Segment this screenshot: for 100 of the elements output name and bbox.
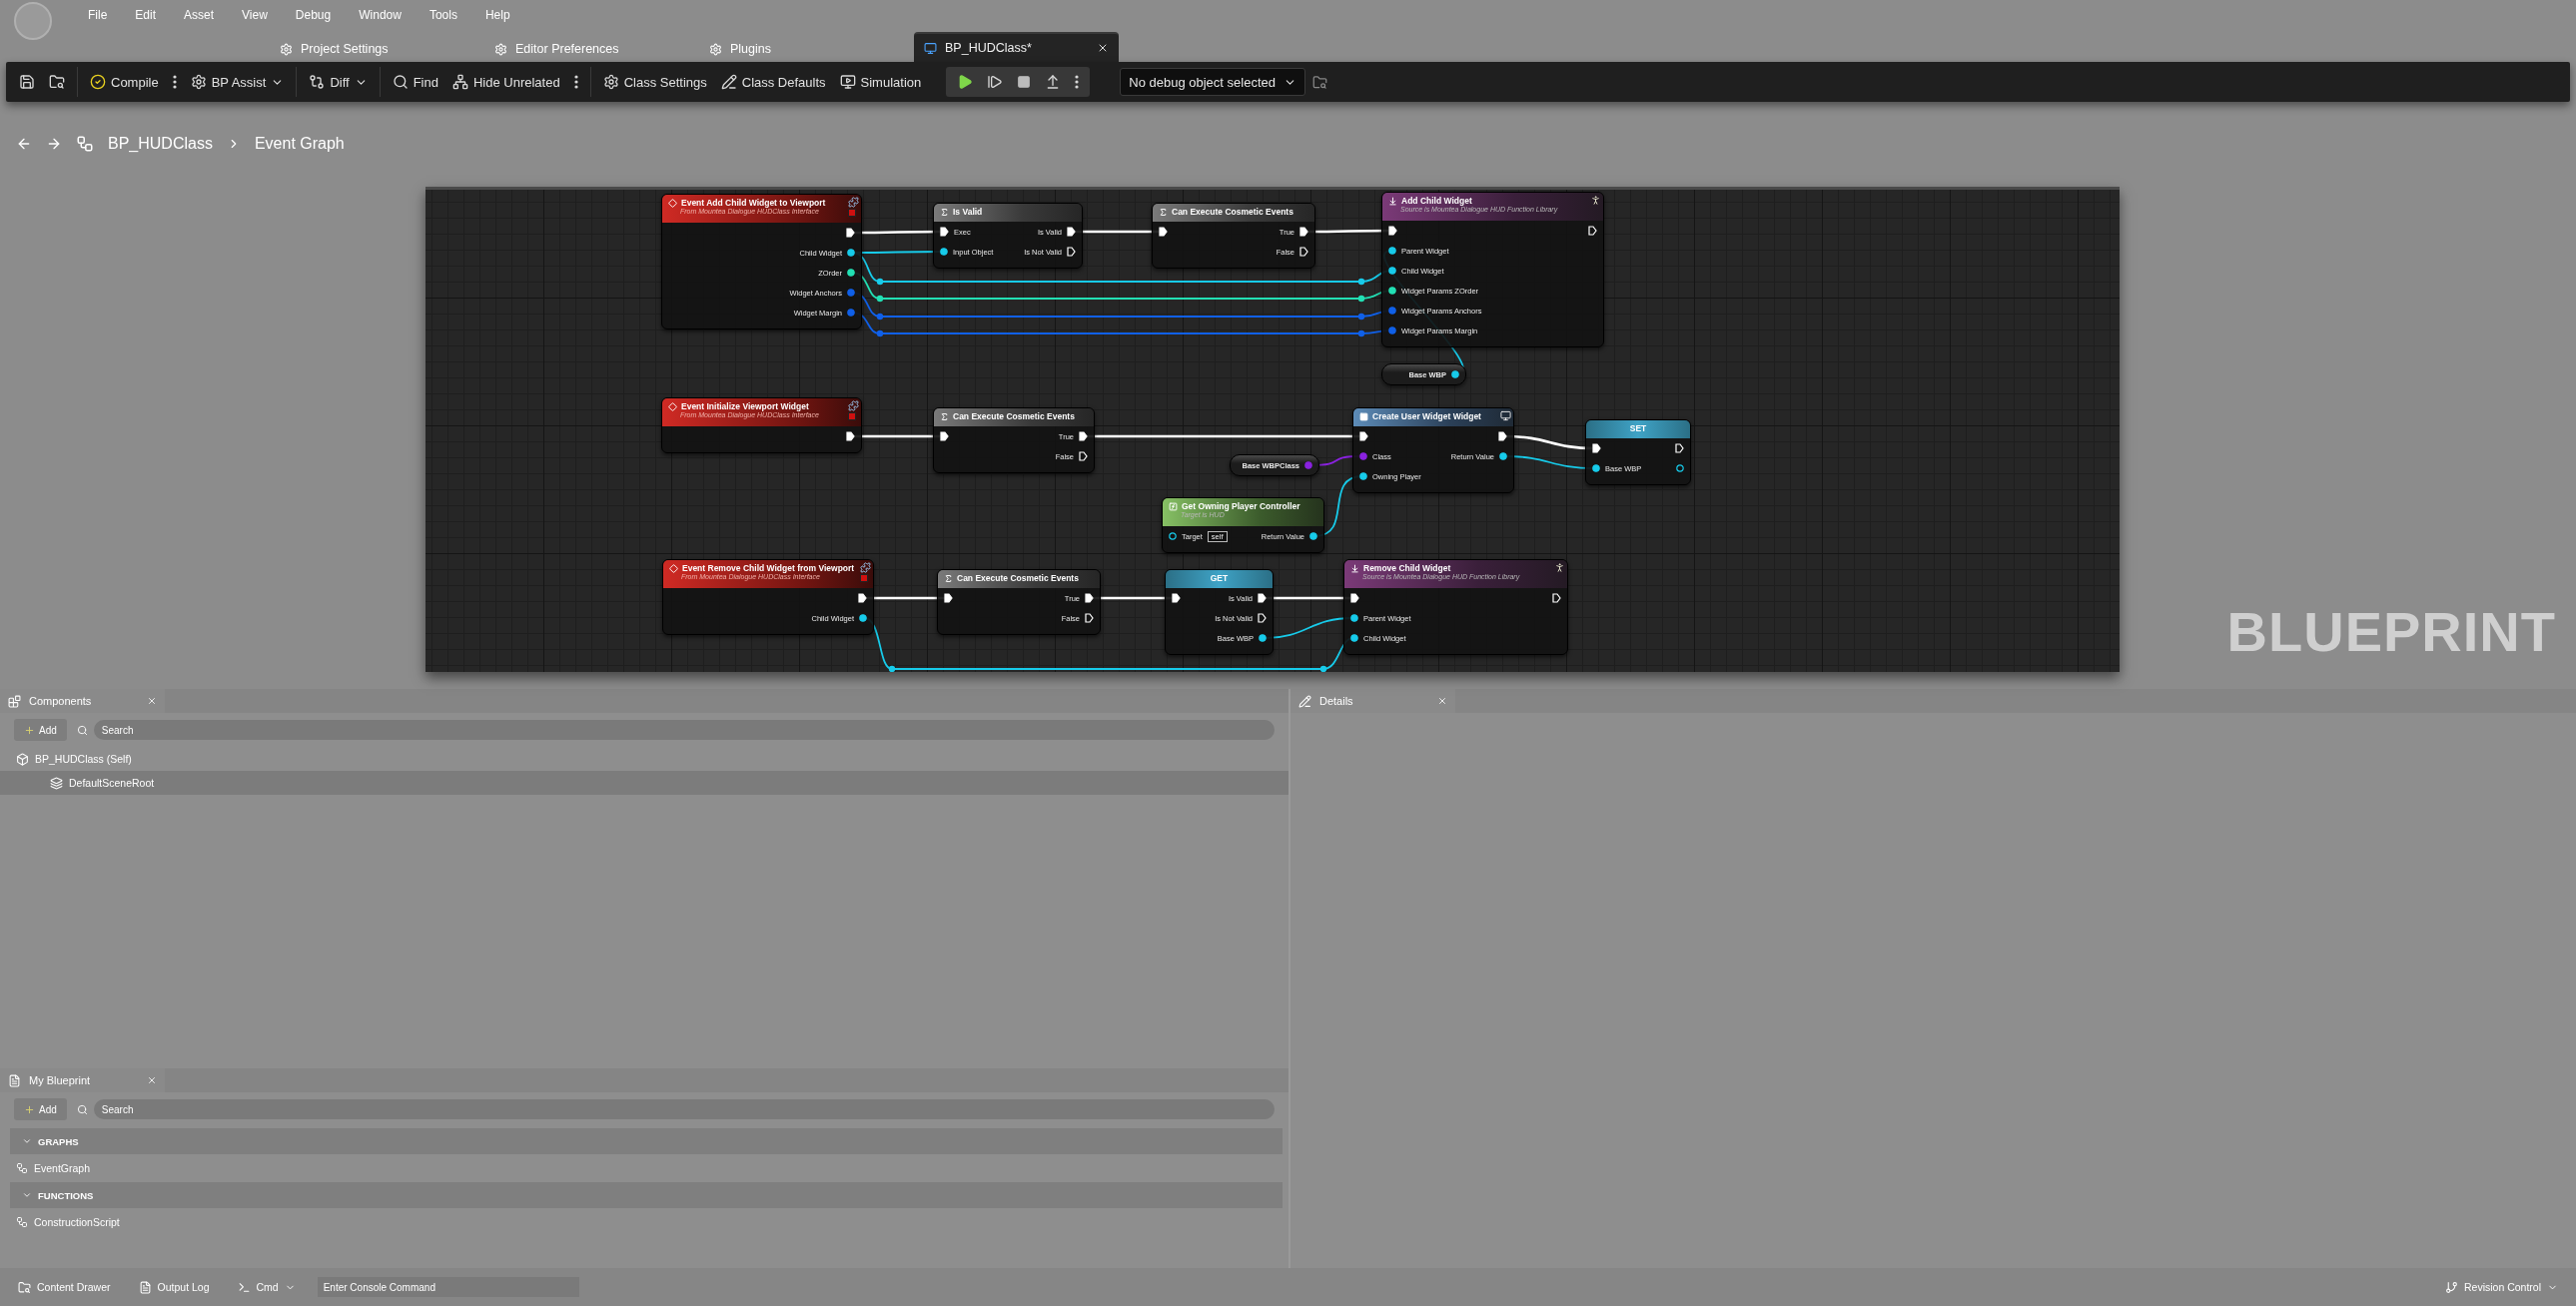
add-button[interactable]: Add	[14, 1098, 67, 1120]
data-pin-icon[interactable]	[1388, 247, 1396, 255]
exec-pin-outline-icon[interactable]	[1299, 247, 1308, 257]
breadcrumb-item[interactable]: BP_HUDClass	[108, 135, 213, 153]
console-input[interactable]: Enter Console Command	[317, 1277, 579, 1297]
exec-pin-icon[interactable]	[1350, 593, 1359, 603]
data-pin-icon[interactable]	[1451, 370, 1459, 378]
exec-pin-icon[interactable]	[1172, 593, 1181, 603]
menu-item[interactable]: View	[242, 8, 268, 22]
document-tab[interactable]: Plugins	[699, 36, 914, 62]
data-pin-icon[interactable]	[847, 249, 855, 257]
exec-pin-outline-icon[interactable]	[1552, 593, 1561, 603]
add-button[interactable]: Add	[14, 719, 67, 741]
tree-item[interactable]: ConstructionScript	[0, 1210, 1288, 1234]
tree-item[interactable]: EventGraph	[0, 1156, 1288, 1180]
exec-pin-outline-icon[interactable]	[1258, 613, 1267, 623]
document-icon	[8, 1073, 21, 1087]
exec-pin-icon[interactable]	[1359, 431, 1368, 441]
exec-pin-icon[interactable]	[846, 228, 855, 238]
menu-item[interactable]: Tools	[429, 8, 457, 22]
hide-unrelated-button[interactable]: Hide Unrelated	[444, 67, 567, 97]
output-log-button[interactable]: Output Log	[132, 1274, 216, 1300]
menu-item[interactable]: Debug	[295, 8, 332, 22]
exec-pin-icon[interactable]	[940, 431, 949, 441]
bp-assist-button[interactable]: BP Assist	[183, 67, 292, 97]
node-title: Add Child Widget	[1401, 196, 1472, 206]
exec-pin-outline-icon[interactable]	[1079, 451, 1088, 461]
debug-object-dropdown[interactable]: No debug object selected	[1120, 68, 1305, 96]
function-icon	[1169, 501, 1178, 511]
exec-pin-icon[interactable]	[1079, 431, 1088, 441]
exec-pin-icon[interactable]	[940, 227, 949, 237]
cmd-dropdown[interactable]: Cmd	[231, 1274, 302, 1300]
diff-button[interactable]: Diff	[302, 67, 375, 97]
close-icon[interactable]	[1097, 42, 1109, 54]
document-tab[interactable]: Project Settings	[270, 36, 484, 62]
delegate-pin-icon[interactable]	[848, 412, 856, 420]
data-pin-outline-icon[interactable]	[1169, 532, 1177, 540]
exec-pin-icon[interactable]	[1258, 593, 1267, 603]
search-field[interactable]: Search	[93, 1099, 1275, 1119]
menu-item[interactable]: Asset	[184, 8, 215, 22]
breadcrumb-item[interactable]: Event Graph	[254, 135, 345, 153]
sigma-icon	[1159, 207, 1168, 217]
data-pin-icon[interactable]	[1350, 634, 1358, 642]
exec-pin-icon[interactable]	[1085, 593, 1094, 603]
simulation-button[interactable]: Simulation	[832, 67, 929, 97]
find-button[interactable]: Find	[385, 67, 445, 97]
revision-control-button[interactable]: Revision Control	[2438, 1274, 2564, 1300]
panel-tab[interactable]: Components	[0, 689, 165, 713]
class-settings-button[interactable]: Class Settings	[595, 67, 714, 97]
search-icon	[76, 1103, 88, 1115]
data-pin-icon[interactable]	[1359, 472, 1367, 480]
exec-pin-icon[interactable]	[846, 431, 855, 441]
forward-icon[interactable]	[46, 136, 62, 152]
exec-pin-outline-icon[interactable]	[1067, 247, 1076, 257]
data-pin-icon[interactable]	[1388, 267, 1396, 275]
data-pin-icon[interactable]	[1592, 464, 1600, 472]
monitor-icon	[924, 41, 937, 55]
panel-tab[interactable]: My Blueprint	[0, 1068, 165, 1092]
section-header[interactable]: FUNCTIONS	[10, 1182, 1283, 1208]
exec-pin-icon[interactable]	[1498, 431, 1507, 441]
data-pin-icon[interactable]	[1499, 452, 1507, 460]
exec-pin-icon[interactable]	[1388, 226, 1397, 236]
data-pin-outline-icon[interactable]	[1676, 464, 1684, 472]
content-drawer-button[interactable]: Content Drawer	[12, 1274, 117, 1300]
menu-item[interactable]: File	[88, 8, 108, 22]
pencil-icon	[720, 74, 737, 90]
delegate-pin-icon[interactable]	[848, 209, 856, 217]
class-defaults-button[interactable]: Class Defaults	[713, 67, 833, 97]
tree-item[interactable]: DefaultSceneRoot	[0, 771, 1288, 795]
exec-pin-icon[interactable]	[1592, 443, 1601, 453]
delegate-pin-icon[interactable]	[860, 574, 868, 582]
exec-pin-icon[interactable]	[1299, 227, 1308, 237]
menu-item[interactable]: Edit	[135, 8, 157, 22]
more-icon	[1075, 75, 1080, 89]
data-pin-icon[interactable]	[940, 248, 948, 256]
exec-pin-icon[interactable]	[944, 593, 953, 603]
data-pin-icon[interactable]	[1309, 532, 1317, 540]
document-tab[interactable]: Editor Preferences	[484, 36, 699, 62]
exec-pin-icon[interactable]	[858, 593, 867, 603]
panel-tab[interactable]: Details	[1290, 689, 1455, 713]
exec-pin-outline-icon[interactable]	[1675, 443, 1684, 453]
menu-item[interactable]: Window	[359, 8, 402, 22]
search-field[interactable]: Search	[93, 720, 1275, 740]
menu-item[interactable]: Help	[484, 8, 510, 22]
section-header[interactable]: GRAPHS	[10, 1128, 1283, 1154]
document-tab[interactable]: BP_HUDClass*	[914, 32, 1119, 62]
exec-pin-outline-icon[interactable]	[1588, 226, 1597, 236]
graph-canvas[interactable]	[426, 187, 2120, 672]
data-pin-icon[interactable]	[1350, 614, 1358, 622]
data-pin-icon[interactable]	[1259, 634, 1267, 642]
exec-pin-icon[interactable]	[1159, 227, 1168, 237]
exec-pin-icon[interactable]	[1067, 227, 1076, 237]
data-pin-icon[interactable]	[1388, 287, 1396, 295]
back-icon[interactable]	[16, 136, 32, 152]
compile-button[interactable]: Compile	[83, 67, 166, 97]
data-pin-icon[interactable]	[859, 614, 867, 622]
folder-search-icon	[1312, 74, 1327, 90]
data-pin-icon[interactable]	[847, 269, 855, 277]
exec-pin-outline-icon[interactable]	[1085, 613, 1094, 623]
tree-item[interactable]: BP_HUDClass (Self)	[0, 747, 1288, 771]
